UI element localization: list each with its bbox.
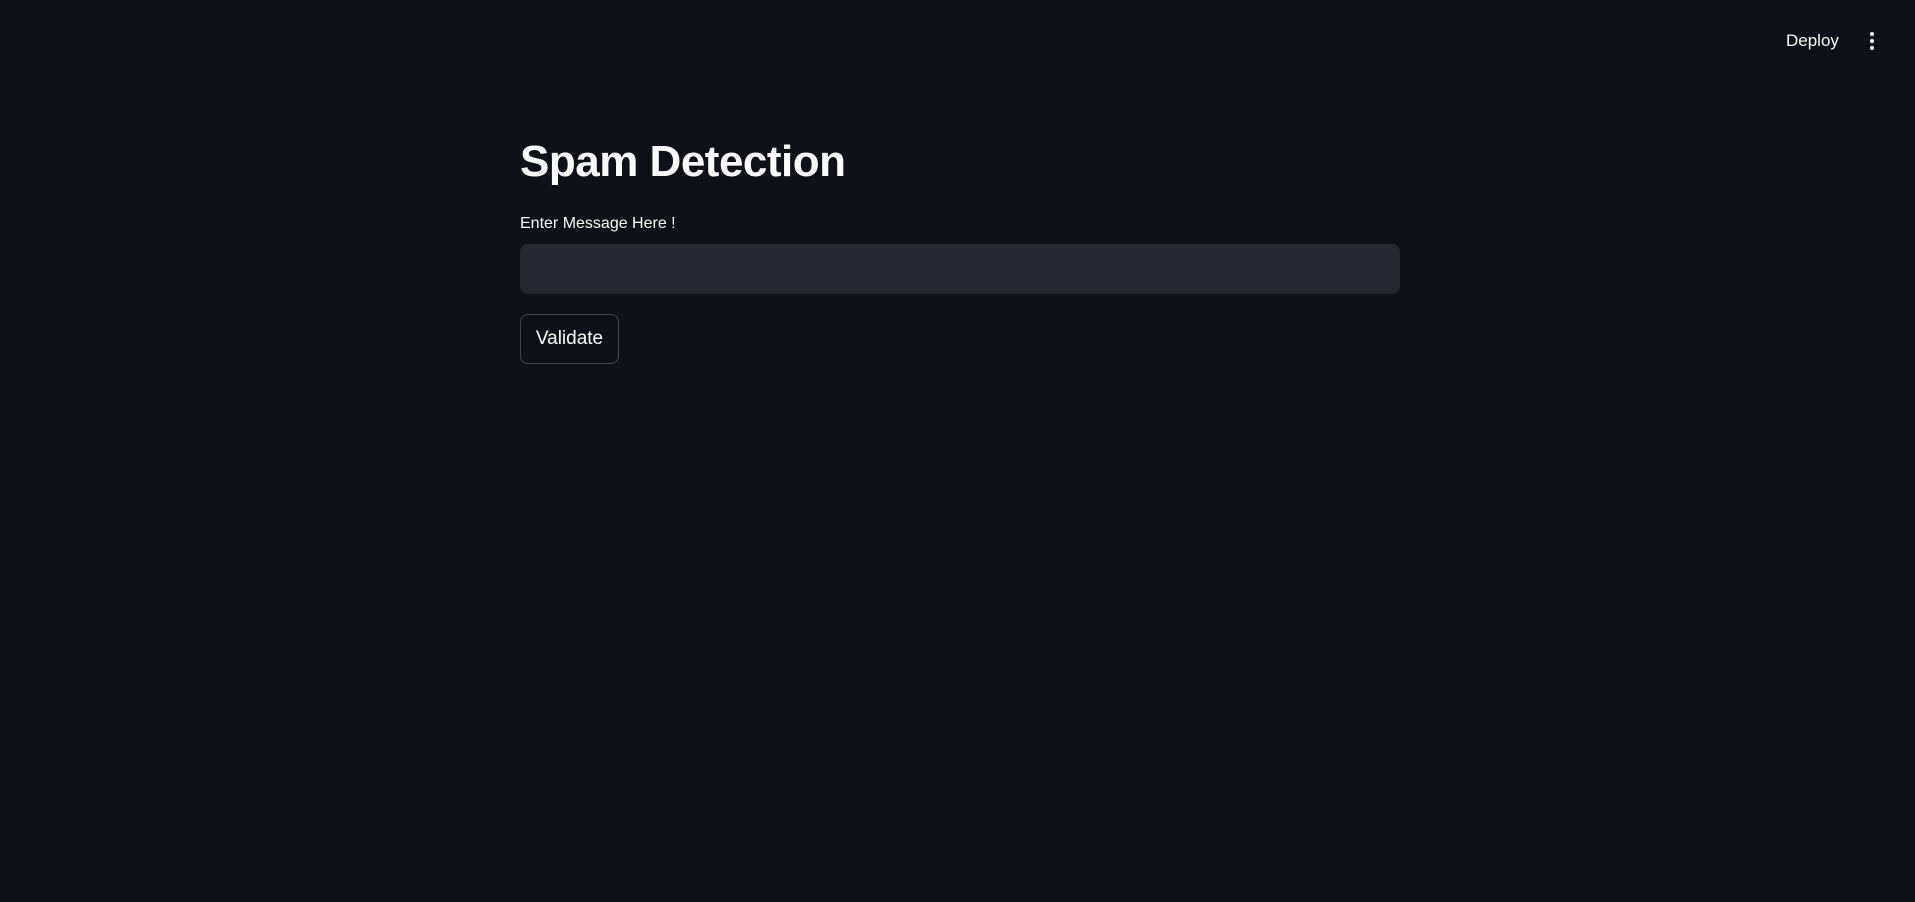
page-title: Spam Detection: [520, 137, 846, 186]
app-header: Deploy: [0, 0, 1915, 80]
validate-button[interactable]: Validate: [520, 314, 619, 364]
message-input-label: Enter Message Here !: [520, 215, 676, 232]
vertical-ellipsis-icon: [1870, 32, 1874, 50]
deploy-button[interactable]: Deploy: [1776, 26, 1849, 56]
message-input[interactable]: [520, 244, 1400, 294]
main-menu-button[interactable]: [1860, 26, 1884, 56]
